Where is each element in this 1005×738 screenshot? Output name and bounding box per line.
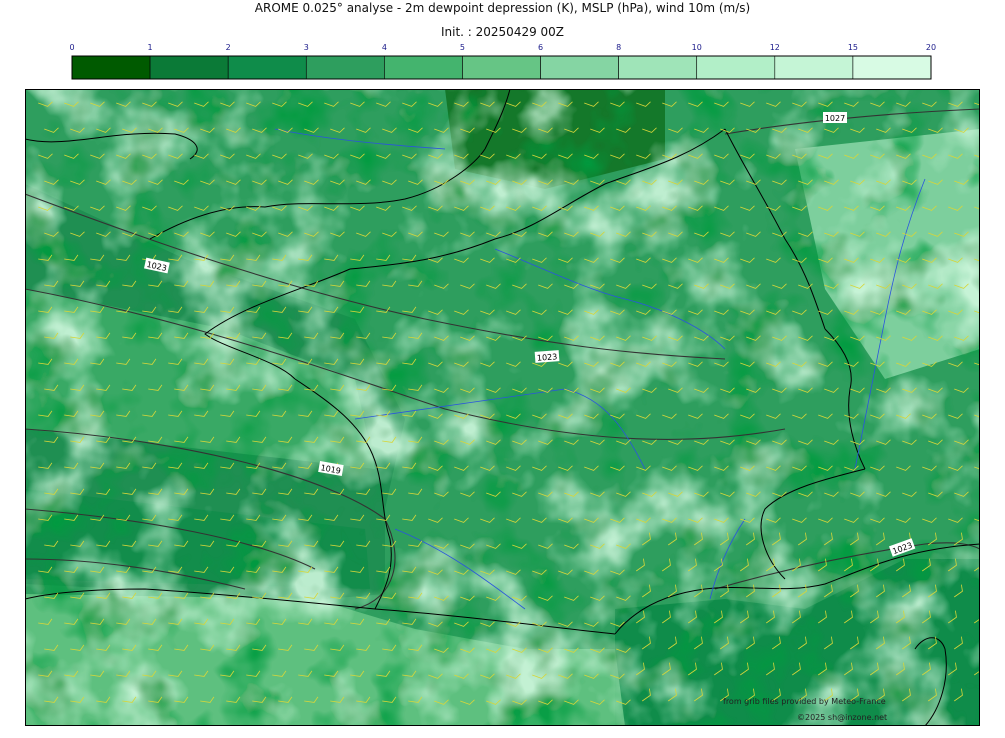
colorbar-tick-label: 20 xyxy=(926,43,936,52)
colorbar-tick-label: 1 xyxy=(148,43,153,52)
chart-title: AROME 0.025° analyse - 2m dewpoint depre… xyxy=(254,1,751,15)
credit-grib: from grib files provided by Meteo-France xyxy=(723,697,886,706)
colorbar-bin xyxy=(149,55,229,80)
colorbar-tick-label: 15 xyxy=(848,43,858,52)
isobar-label-2: 1023 xyxy=(537,352,558,362)
colorbar-tick-label: 12 xyxy=(770,43,780,52)
colorbar-tick-label: 10 xyxy=(692,43,702,52)
isobar-label-4: 1027 xyxy=(825,114,845,123)
colorbar-bin xyxy=(71,55,151,80)
colorbar-bin xyxy=(384,55,463,80)
colorbar-bin xyxy=(852,55,932,80)
colorbar-bin xyxy=(227,55,307,80)
credit-site: ©2025 sh@inzone.net xyxy=(797,713,888,722)
colorbar-bin xyxy=(305,55,385,80)
colorbar-bin xyxy=(540,55,619,80)
colorbar: 0 1 2 3 4 5 6 8 10 12 15 20 xyxy=(69,43,936,80)
map: 1023 1023 1019 1027 1023 xyxy=(25,89,980,726)
colorbar-tick-label: 4 xyxy=(382,43,387,52)
init-time: Init. : 20250429 00Z xyxy=(440,25,565,39)
colorbar-tick-label: 0 xyxy=(69,43,74,52)
field-texture xyxy=(25,89,980,726)
colorbar-tick-label: 5 xyxy=(460,43,465,52)
colorbar-bin xyxy=(618,55,698,80)
colorbar-bin xyxy=(696,55,776,80)
colorbar-tick-label: 2 xyxy=(226,43,231,52)
colorbar-tick-label: 3 xyxy=(304,43,309,52)
colorbar-bin xyxy=(774,55,854,80)
colorbar-bin xyxy=(462,55,541,80)
colorbar-tick-label: 8 xyxy=(616,43,621,52)
colorbar-tick-label: 6 xyxy=(538,43,543,52)
